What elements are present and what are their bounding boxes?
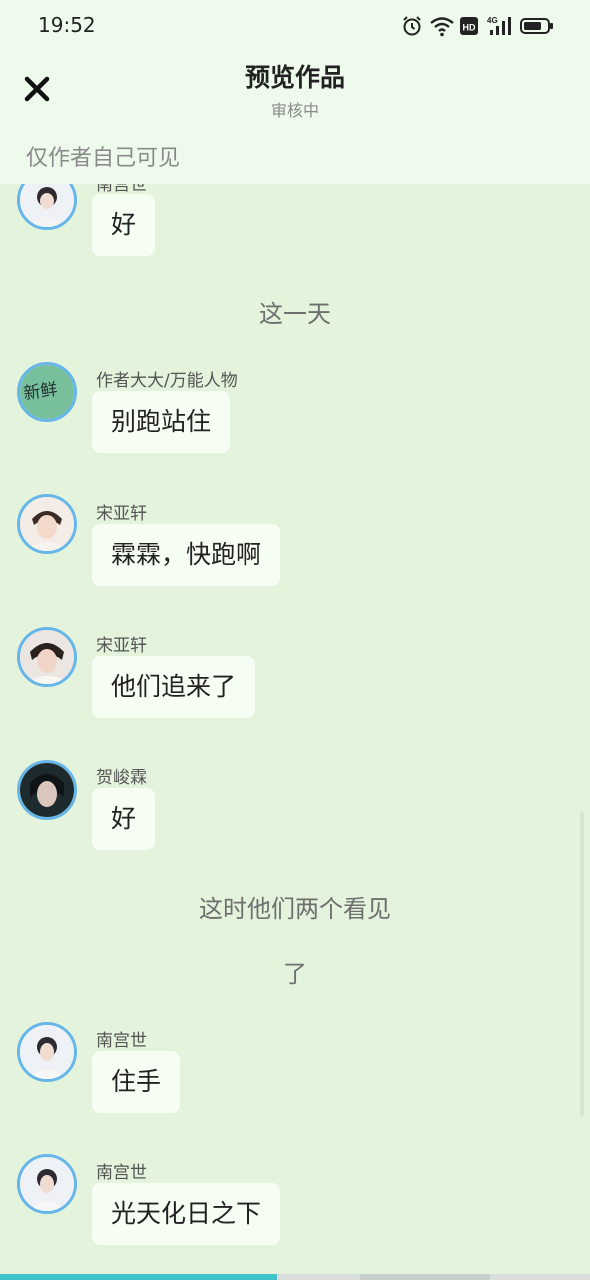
page-title: 预览作品 bbox=[244, 63, 345, 92]
message-bubble: 他们追来了 bbox=[92, 656, 256, 718]
avatar[interactable] bbox=[17, 1022, 77, 1082]
progress-segment bbox=[360, 1274, 490, 1280]
reading-progress-fill bbox=[0, 1274, 278, 1280]
message-bubble: 别跑站住 bbox=[92, 391, 231, 453]
status-bar: 19:52 HD 4G bbox=[0, 0, 590, 52]
avatar[interactable] bbox=[17, 760, 77, 820]
sender-name: 宋亚轩 bbox=[96, 504, 147, 524]
chat-feed[interactable]: 南宫世 好 这一天 新鲜 作者大大/万能人物 别跑站住 宋亚轩 霖霖，快跑啊 宋… bbox=[0, 184, 590, 1274]
sender-name: 作者大大/万能人物 bbox=[96, 371, 238, 391]
message-bubble: 好 bbox=[92, 788, 156, 850]
signal-4g-icon: 4G bbox=[487, 16, 511, 35]
top-bar: 19:52 HD 4G 预览作品 审核中 仅作者自己可见 bbox=[0, 0, 590, 184]
narration-text: 这时他们两个看见 bbox=[199, 895, 391, 923]
message-bubble: 好 bbox=[92, 194, 156, 256]
narration-text: 了 bbox=[283, 960, 307, 988]
message-bubble: 住手 bbox=[92, 1051, 181, 1113]
avatar[interactable] bbox=[17, 1154, 77, 1214]
avatar[interactable] bbox=[17, 627, 77, 687]
review-status: 审核中 bbox=[270, 101, 319, 120]
svg-text:HD: HD bbox=[463, 23, 476, 33]
visibility-note: 仅作者自己可见 bbox=[26, 146, 181, 171]
message-bubble: 光天化日之下 bbox=[92, 1183, 281, 1245]
avatar[interactable] bbox=[17, 494, 77, 554]
sender-name: 宋亚轩 bbox=[96, 636, 147, 656]
narration-text: 这一天 bbox=[259, 300, 331, 328]
sender-name: 贺峻霖 bbox=[96, 768, 147, 788]
scrollbar[interactable] bbox=[580, 812, 584, 1116]
avatar[interactable]: 新鲜 bbox=[17, 362, 77, 422]
avatar[interactable] bbox=[17, 184, 77, 230]
sender-name: 南宫世 bbox=[96, 1163, 147, 1183]
status-time: 19:52 bbox=[38, 13, 96, 37]
battery-icon bbox=[520, 18, 553, 34]
sender-name: 南宫世 bbox=[96, 1031, 147, 1051]
alarm-icon bbox=[403, 16, 421, 36]
reading-progress-bar bbox=[0, 1274, 590, 1280]
hd-icon: HD bbox=[460, 17, 478, 35]
svg-text:4G: 4G bbox=[487, 16, 498, 25]
message-bubble: 霖霖，快跑啊 bbox=[92, 524, 281, 586]
wifi-icon bbox=[430, 17, 454, 37]
